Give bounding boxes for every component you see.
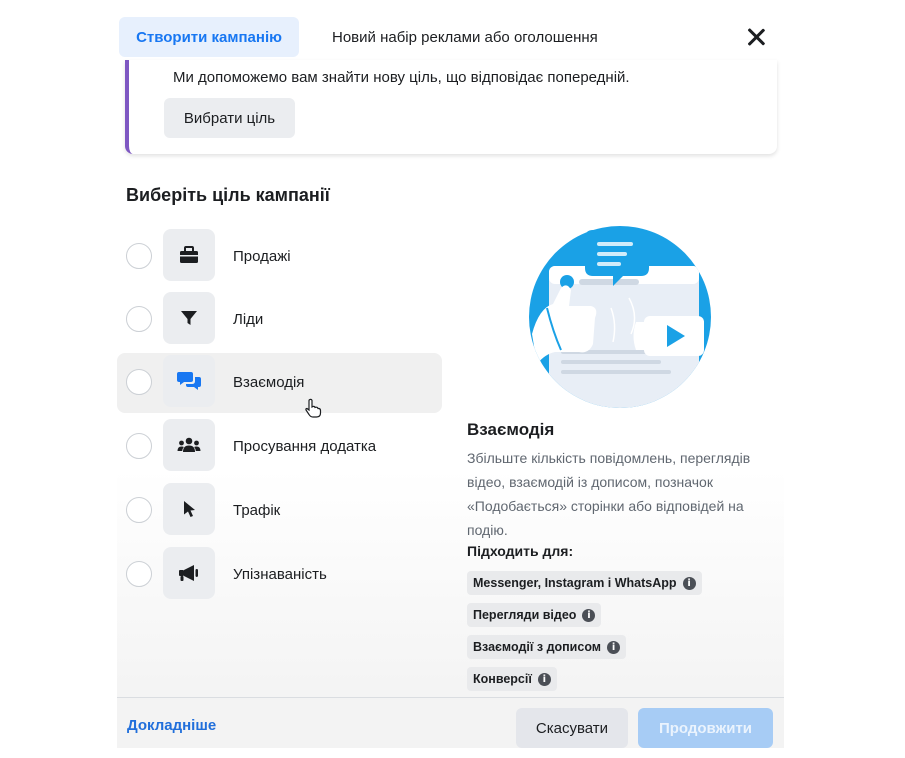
objective-option-sales[interactable]: Продажі <box>117 227 442 287</box>
objective-detail-description: Збільште кількість повідомлень, перегляд… <box>467 450 751 538</box>
tab-new-adset-or-ad[interactable]: Новий набір реклами або оголошення <box>332 17 598 57</box>
learn-more-link[interactable]: Докладніше <box>127 717 216 734</box>
pointer-icon <box>163 483 215 535</box>
people-icon <box>163 419 215 471</box>
radio-button[interactable] <box>126 561 152 587</box>
radio-button[interactable] <box>126 433 152 459</box>
radio-button[interactable] <box>126 369 152 395</box>
objective-label: Взаємодія <box>233 373 305 391</box>
campaign-dialog: Створити кампанію Новий набір реклами аб… <box>117 0 784 748</box>
suitable-for-title: Підходить для: <box>467 543 574 559</box>
radio-button[interactable] <box>126 497 152 523</box>
chat-bubbles-icon <box>163 355 215 407</box>
chip-label: Перегляди відео <box>473 608 577 622</box>
suitable-chip: Взаємодії з дописом i <box>467 635 627 659</box>
cancel-button[interactable]: Скасувати <box>516 708 628 748</box>
hint-text: Ми допоможемо вам знайти нову ціль, що в… <box>173 69 630 86</box>
hand-cursor-icon <box>304 398 322 418</box>
info-icon[interactable]: i <box>582 608 596 622</box>
info-icon[interactable]: i <box>607 640 621 654</box>
objective-label: Продажі <box>233 247 291 265</box>
chip-label: Конверсії <box>473 672 532 686</box>
briefcase-icon <box>163 229 215 281</box>
megaphone-icon <box>163 547 215 599</box>
objective-label: Ліди <box>233 310 264 328</box>
radio-button[interactable] <box>126 243 152 269</box>
suitable-chip: Перегляди відео i <box>467 603 602 627</box>
objective-detail-title: Взаємодія <box>467 420 555 439</box>
objective-option-leads[interactable]: Ліди <box>117 290 442 350</box>
objective-label: Просування додатка <box>233 437 377 455</box>
objective-label: Упізнаваність <box>233 565 327 583</box>
dialog-footer: Докладніше Скасувати Продовжити <box>117 697 784 748</box>
tab-create-campaign[interactable]: Створити кампанію <box>119 17 299 57</box>
continue-button[interactable]: Продовжити <box>638 708 773 748</box>
objective-option-engagement[interactable]: Взаємодія <box>117 353 442 413</box>
suitable-chip: Messenger, Instagram і WhatsApp i <box>467 571 702 595</box>
chip-label: Взаємодії з дописом <box>473 640 602 654</box>
objective-option-awareness[interactable]: Упізнаваність <box>117 545 442 605</box>
info-icon[interactable]: i <box>682 576 696 590</box>
engagement-illustration <box>527 224 713 410</box>
info-icon[interactable]: i <box>537 672 551 686</box>
filter-icon <box>163 292 215 344</box>
section-title: Виберіть ціль кампанії <box>126 185 330 205</box>
objective-label: Трафік <box>233 501 281 519</box>
suitable-chip: Конверсії i <box>467 667 557 691</box>
radio-button[interactable] <box>126 306 152 332</box>
choose-goal-button[interactable]: Вибрати ціль <box>164 98 295 138</box>
close-icon[interactable] <box>745 26 767 48</box>
chip-label: Messenger, Instagram і WhatsApp <box>473 576 677 590</box>
objective-option-app-promotion[interactable]: Просування додатка <box>117 417 442 477</box>
objective-option-traffic[interactable]: Трафік <box>117 481 442 541</box>
